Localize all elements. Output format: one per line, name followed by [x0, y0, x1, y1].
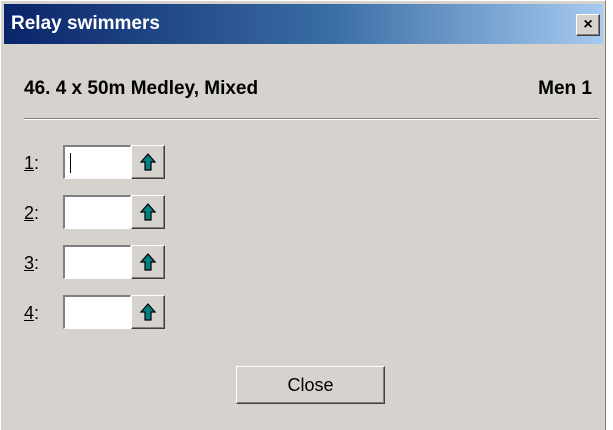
- move-up-button-1[interactable]: [131, 145, 165, 179]
- team-label: Men 1: [538, 78, 592, 99]
- separator: [24, 118, 599, 120]
- swimmer-input-4[interactable]: [63, 295, 131, 329]
- swimmer-label-4: 4:: [24, 303, 40, 323]
- swimmer-label-3: 3:: [24, 253, 40, 273]
- text-cursor: [70, 153, 71, 173]
- event-title: 46. 4 x 50m Medley, Mixed: [24, 78, 259, 99]
- title-bar[interactable]: Relay swimmers ×: [4, 4, 603, 44]
- up-arrow-icon: [140, 153, 156, 171]
- swimmer-label-1: 1:: [24, 153, 40, 173]
- swimmer-row-4: 4:: [1, 295, 201, 329]
- close-icon: ×: [583, 16, 593, 33]
- window-close-button[interactable]: ×: [576, 14, 600, 36]
- swimmer-row-1: 1:: [1, 145, 201, 179]
- swimmer-input-2[interactable]: [63, 195, 131, 229]
- move-up-button-4[interactable]: [131, 295, 165, 329]
- swimmer-label-2: 2:: [24, 203, 40, 223]
- close-button[interactable]: Close: [236, 366, 385, 404]
- relay-swimmers-dialog: Relay swimmers × 46. 4 x 50m Medley, Mix…: [0, 0, 606, 430]
- up-arrow-icon: [140, 303, 156, 321]
- move-up-button-3[interactable]: [131, 245, 165, 279]
- swimmer-row-3: 3:: [1, 245, 201, 279]
- swimmer-input-3[interactable]: [63, 245, 131, 279]
- swimmer-row-2: 2:: [1, 195, 201, 229]
- up-arrow-icon: [140, 253, 156, 271]
- up-arrow-icon: [140, 203, 156, 221]
- swimmer-input-1[interactable]: [63, 145, 131, 179]
- move-up-button-2[interactable]: [131, 195, 165, 229]
- window-title: Relay swimmers: [11, 13, 160, 34]
